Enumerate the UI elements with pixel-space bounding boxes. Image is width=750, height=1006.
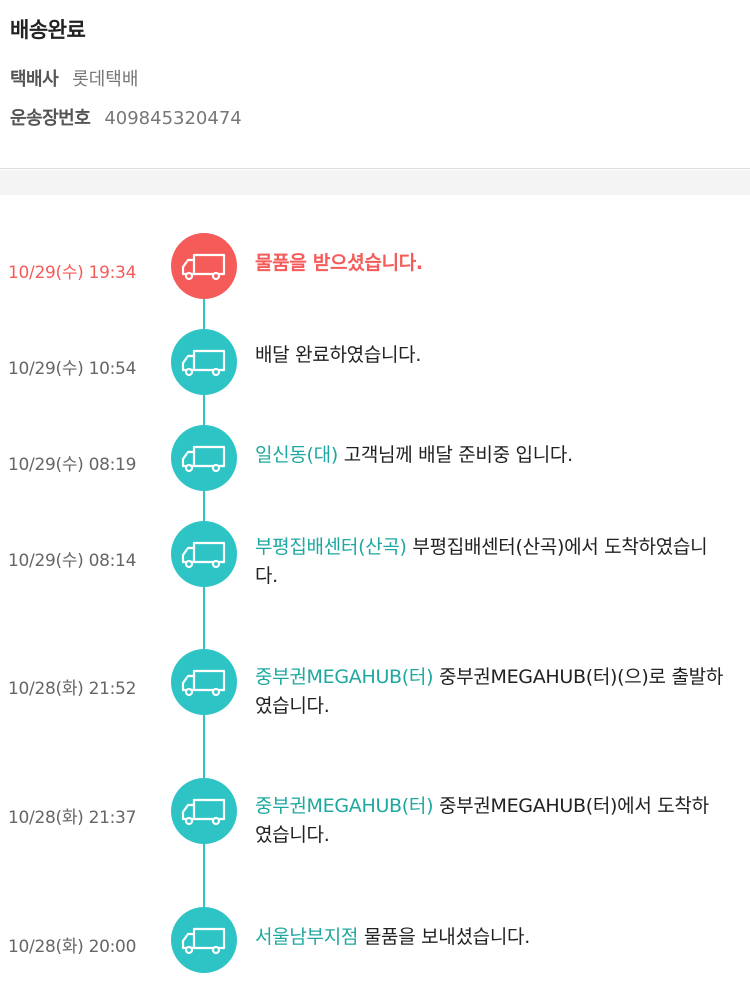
event-description: 일신동(대) 고객님께 배달 준비중 입니다. xyxy=(255,441,725,470)
event-description: 서울남부지점 물품을 보내셨습니다. xyxy=(255,923,725,952)
event-time: 10/29(수) 19:34 xyxy=(8,263,137,283)
event-location: 서울남부지점 xyxy=(255,926,359,948)
event-description: 중부권MEGAHUB(터) 중부권MEGAHUB(터)(으)로 출발하였습니다. xyxy=(255,663,725,721)
event-time: 10/29(수) 10:54 xyxy=(8,359,137,379)
delivery-truck-icon xyxy=(171,907,237,973)
event-location: 일신동(대) xyxy=(255,444,338,466)
tracking-number-row: 운송장번호 409845320474 xyxy=(10,107,242,131)
tracking-number-value: 409845320474 xyxy=(104,108,242,129)
event-time: 10/28(화) 21:37 xyxy=(8,808,137,828)
event-message: 물품을 보내셨습니다. xyxy=(358,926,530,948)
delivery-status-title: 배송완료 xyxy=(10,18,86,42)
tracking-number-label: 운송장번호 xyxy=(10,108,91,129)
event-time: 10/28(화) 20:00 xyxy=(8,937,137,957)
delivery-truck-icon xyxy=(171,778,237,844)
event-description: 배달 완료하였습니다. xyxy=(255,341,725,370)
delivery-truck-icon xyxy=(171,233,237,299)
event-message: 고객님께 배달 준비중 입니다. xyxy=(337,444,573,466)
event-description: 물품을 받으셨습니다. xyxy=(255,249,725,278)
event-description: 부평집배센터(산곡) 부평집배센터(산곡)에서 도착하였습니다. xyxy=(255,533,725,591)
delivery-truck-icon xyxy=(171,329,237,395)
event-time: 10/29(수) 08:19 xyxy=(8,455,137,475)
courier-row: 택배사 롯데택배 xyxy=(10,68,138,92)
event-location: 부평집배센터(산곡) xyxy=(255,536,407,558)
courier-value: 롯데택배 xyxy=(72,69,139,90)
courier-label: 택배사 xyxy=(10,69,59,90)
delivery-truck-icon xyxy=(171,425,237,491)
delivery-truck-icon xyxy=(171,649,237,715)
event-message: 배달 완료하였습니다. xyxy=(255,344,422,366)
event-location: 중부권MEGAHUB(터) xyxy=(255,666,434,688)
delivery-truck-icon xyxy=(171,521,237,587)
event-time: 10/28(화) 21:52 xyxy=(8,679,137,699)
event-message: 물품을 받으셨습니다. xyxy=(255,252,423,274)
delivery-summary: 배송완료 택배사 롯데택배 운송장번호 409845320474 xyxy=(0,0,750,169)
event-location: 중부권MEGAHUB(터) xyxy=(255,795,434,817)
event-description: 중부권MEGAHUB(터) 중부권MEGAHUB(터)에서 도착하였습니다. xyxy=(255,792,725,850)
tracking-timeline: 10/29(수) 19:34 물품을 받으셨습니다. 10/29(수) 10:5… xyxy=(0,195,750,1006)
event-time: 10/29(수) 08:14 xyxy=(8,551,137,571)
section-divider xyxy=(0,170,750,195)
